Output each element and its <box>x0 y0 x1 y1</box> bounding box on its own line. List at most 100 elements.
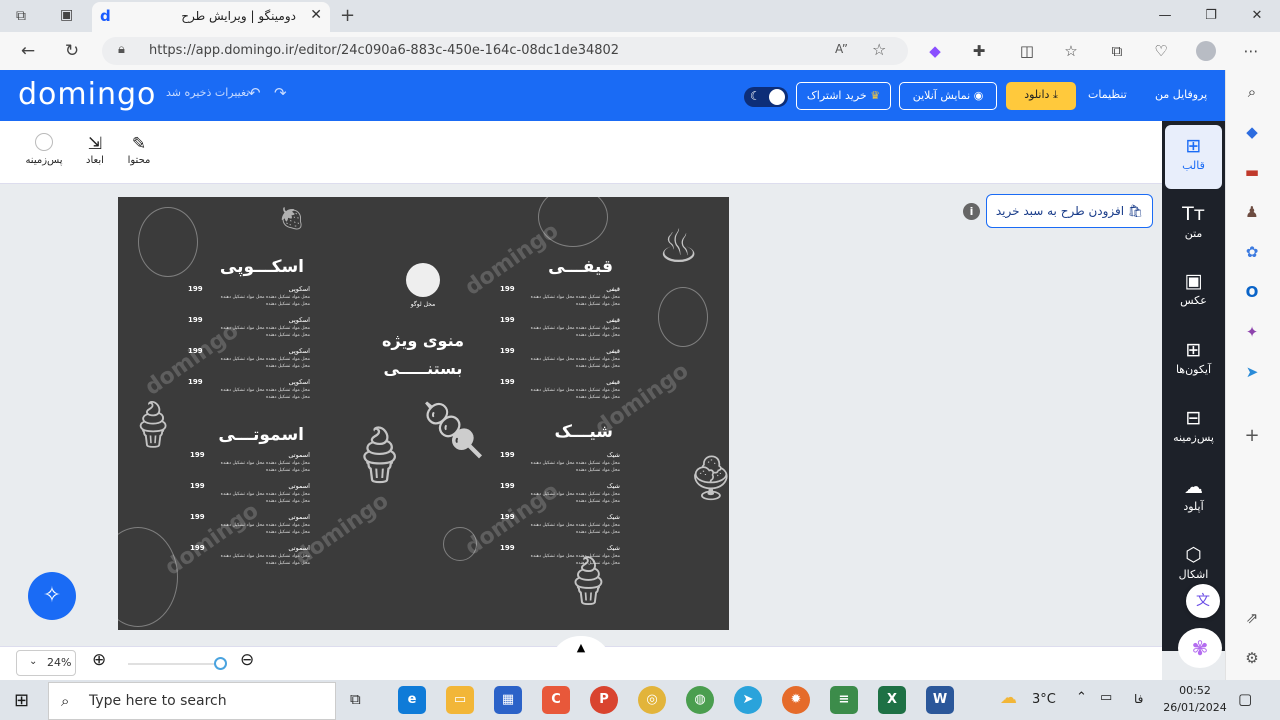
preview-button[interactable]: ◉ نمایش آنلاین <box>899 82 997 110</box>
popsicle-doodle-icon: 🍡︎ <box>418 398 490 463</box>
file-explorer-icon[interactable]: ▭ <box>446 686 474 714</box>
lock-icon[interactable]: 🔒︎ <box>118 42 125 57</box>
dimensions-tool[interactable]: ⇲ ابعاد <box>72 133 118 166</box>
workspaces-icon[interactable]: ⧉ <box>16 8 26 24</box>
telegram-taskbar-icon[interactable]: ➤ <box>734 686 762 714</box>
zoom-slider-track[interactable] <box>128 663 220 665</box>
task-view-icon[interactable]: ⧉ <box>350 690 361 708</box>
globe-app-icon[interactable]: ◍ <box>686 686 714 714</box>
taskbar-search-box[interactable]: ⌕ Type here to search <box>48 682 336 720</box>
download-button[interactable]: ⤓ دانلود <box>1006 82 1076 110</box>
zoom-select[interactable]: ⌄ 24% <box>16 650 76 676</box>
settings-link[interactable]: تنظیمات <box>1088 88 1127 101</box>
sidebar-item-text[interactable]: Tт متن <box>1162 201 1225 240</box>
tray-expand-icon[interactable]: ⌃ <box>1076 690 1087 705</box>
profile-link[interactable]: پروفایل من <box>1155 88 1207 101</box>
menu-item-price: 199 <box>500 347 515 355</box>
games-icon[interactable]: ♟ <box>1238 200 1266 224</box>
vertical-tabs-icon[interactable]: ▣ <box>60 7 73 23</box>
search-icon[interactable]: ⌕ <box>1238 80 1266 104</box>
sidebar-item-template[interactable]: ⊞ قالب <box>1165 125 1222 189</box>
collections-icon[interactable]: ⧉ <box>1106 40 1128 62</box>
content-tool[interactable]: ✎ محتوا <box>116 133 162 166</box>
favorite-star-icon[interactable]: ☆ <box>872 40 886 59</box>
menu-item-description: محل مواد تشکیل دهنده محل مواد تشکیل دهند… <box>530 492 620 504</box>
performance-icon[interactable]: ♡ <box>1150 40 1172 62</box>
chrome-icon[interactable]: ◎ <box>638 686 666 714</box>
store-icon[interactable]: ▦ <box>494 686 522 714</box>
clock-time[interactable]: 00:52 <box>1160 684 1230 697</box>
zoom-in-icon[interactable]: ⊕ <box>92 650 106 670</box>
telegram-icon[interactable]: ➤ <box>1238 360 1266 384</box>
dark-mode-toggle[interactable]: ☾ <box>744 87 788 107</box>
temperature[interactable]: 3°C <box>1032 692 1056 707</box>
clock-date[interactable]: 26/01/2024 <box>1160 701 1230 714</box>
menu-item-price: 199 <box>188 316 203 324</box>
word-icon[interactable]: W <box>926 686 954 714</box>
crown-icon: ♛ <box>870 89 881 102</box>
search-icon: ⌕ <box>61 692 70 710</box>
back-icon[interactable]: ← <box>16 40 40 62</box>
sidebar-item-icons[interactable]: ⊞ آیکون‌ها <box>1162 337 1225 376</box>
edge-taskbar-icon[interactable]: e <box>398 686 426 714</box>
sidebar-settings-icon[interactable]: ⚙ <box>1238 646 1266 670</box>
sidebar-item-image[interactable]: ▣ عکس <box>1162 268 1225 307</box>
shopping-tag-icon[interactable]: ◆ <box>1238 120 1266 144</box>
favorites-icon[interactable]: ☆ <box>1060 40 1082 62</box>
windows-start-icon[interactable]: ⊞ <box>14 690 29 711</box>
designer-icon[interactable]: ✦ <box>1238 320 1266 344</box>
zoom-slider-thumb[interactable] <box>214 657 227 670</box>
restore-icon[interactable]: ❐ <box>1188 0 1234 32</box>
pages-panel-toggle[interactable]: ▲ <box>550 636 612 666</box>
outlook-icon[interactable]: O <box>1238 280 1266 304</box>
magic-wand-button[interactable]: ✧ <box>28 572 76 620</box>
redo-icon[interactable]: ↷ <box>274 84 287 102</box>
add-to-cart-label: افزودن طرح به سبد خرید <box>995 204 1125 218</box>
info-icon[interactable]: i <box>963 203 980 220</box>
close-window-icon[interactable]: ✕ <box>1234 0 1280 32</box>
zoom-out-icon[interactable]: ⊖ <box>240 650 254 670</box>
copilot-icon[interactable]: ◆ <box>924 40 946 62</box>
sidebar-item-label: آیکون‌ها <box>1175 363 1212 376</box>
notes-app-icon[interactable]: ≡ <box>830 686 858 714</box>
more-menu-icon[interactable]: ⋯ <box>1240 40 1262 62</box>
input-language[interactable]: فا <box>1134 692 1143 706</box>
minimize-icon[interactable]: — <box>1142 0 1188 32</box>
menu-title-line1: منوی ویژه <box>381 331 465 350</box>
battery-icon[interactable]: ▭ <box>1100 690 1112 705</box>
browser-tab-active[interactable]: d دومینگو | ویرایش طرح ✕ <box>92 2 330 32</box>
weather-icon[interactable]: ☁ <box>1000 688 1017 708</box>
firefox-icon[interactable]: ✹ <box>782 686 810 714</box>
sidebar-item-shapes[interactable]: ⬡ اشکال <box>1162 542 1225 581</box>
p-app-icon[interactable]: P <box>590 686 618 714</box>
domingo-logo[interactable]: domingo <box>18 77 156 112</box>
add-sidebar-app-icon[interactable]: + <box>1238 424 1266 448</box>
notifications-icon[interactable]: ▢ <box>1238 690 1252 708</box>
translate-icon[interactable]: 文 <box>1186 584 1220 618</box>
open-external-icon[interactable]: ⇗ <box>1238 606 1266 630</box>
tab-close-icon[interactable]: ✕ <box>310 7 322 23</box>
url-field[interactable]: 🔒︎ https://app.domingo.ir/editor/24c090a… <box>102 37 908 65</box>
eye-icon: ◉ <box>973 89 984 102</box>
split-screen-icon[interactable]: ◫ <box>1016 40 1038 62</box>
menu-item-name: قیفی <box>606 285 620 293</box>
canva-like-app-icon[interactable]: C <box>542 686 570 714</box>
sidebar-item-upload[interactable]: ☁ آپلود <box>1162 474 1225 513</box>
profile-avatar[interactable] <box>1196 41 1216 61</box>
new-tab-icon[interactable]: + <box>340 5 355 26</box>
excel-icon[interactable]: X <box>878 686 906 714</box>
sidebar-item-background[interactable]: ⊟ پس‌زمینه <box>1162 405 1225 444</box>
subscribe-button[interactable]: ♛ خرید اشتراک <box>796 82 891 110</box>
ai-brain-icon[interactable]: ✾ <box>1178 628 1222 668</box>
extensions-icon[interactable]: ✚ <box>968 40 990 62</box>
menu-item-name: اسموتی <box>288 513 310 521</box>
add-to-cart-button[interactable]: 🛍︎ افزودن طرح به سبد خرید <box>986 194 1153 228</box>
refresh-icon[interactable]: ↻ <box>60 40 84 62</box>
design-canvas[interactable]: 🍓︎ ♨ 🍦︎ 🍦︎ 🍡︎ 🍨︎ 🍦︎ domingo domingo domi… <box>118 197 729 630</box>
undo-icon[interactable]: ↶ <box>248 84 261 102</box>
tools-briefcase-icon[interactable]: ▬ <box>1238 160 1266 184</box>
toggle-knob <box>769 89 785 105</box>
background-tool[interactable]: پس‌زمینه <box>21 133 67 166</box>
read-aloud-icon[interactable]: A” <box>835 42 848 56</box>
microsoft365-icon[interactable]: ✿ <box>1238 240 1266 264</box>
